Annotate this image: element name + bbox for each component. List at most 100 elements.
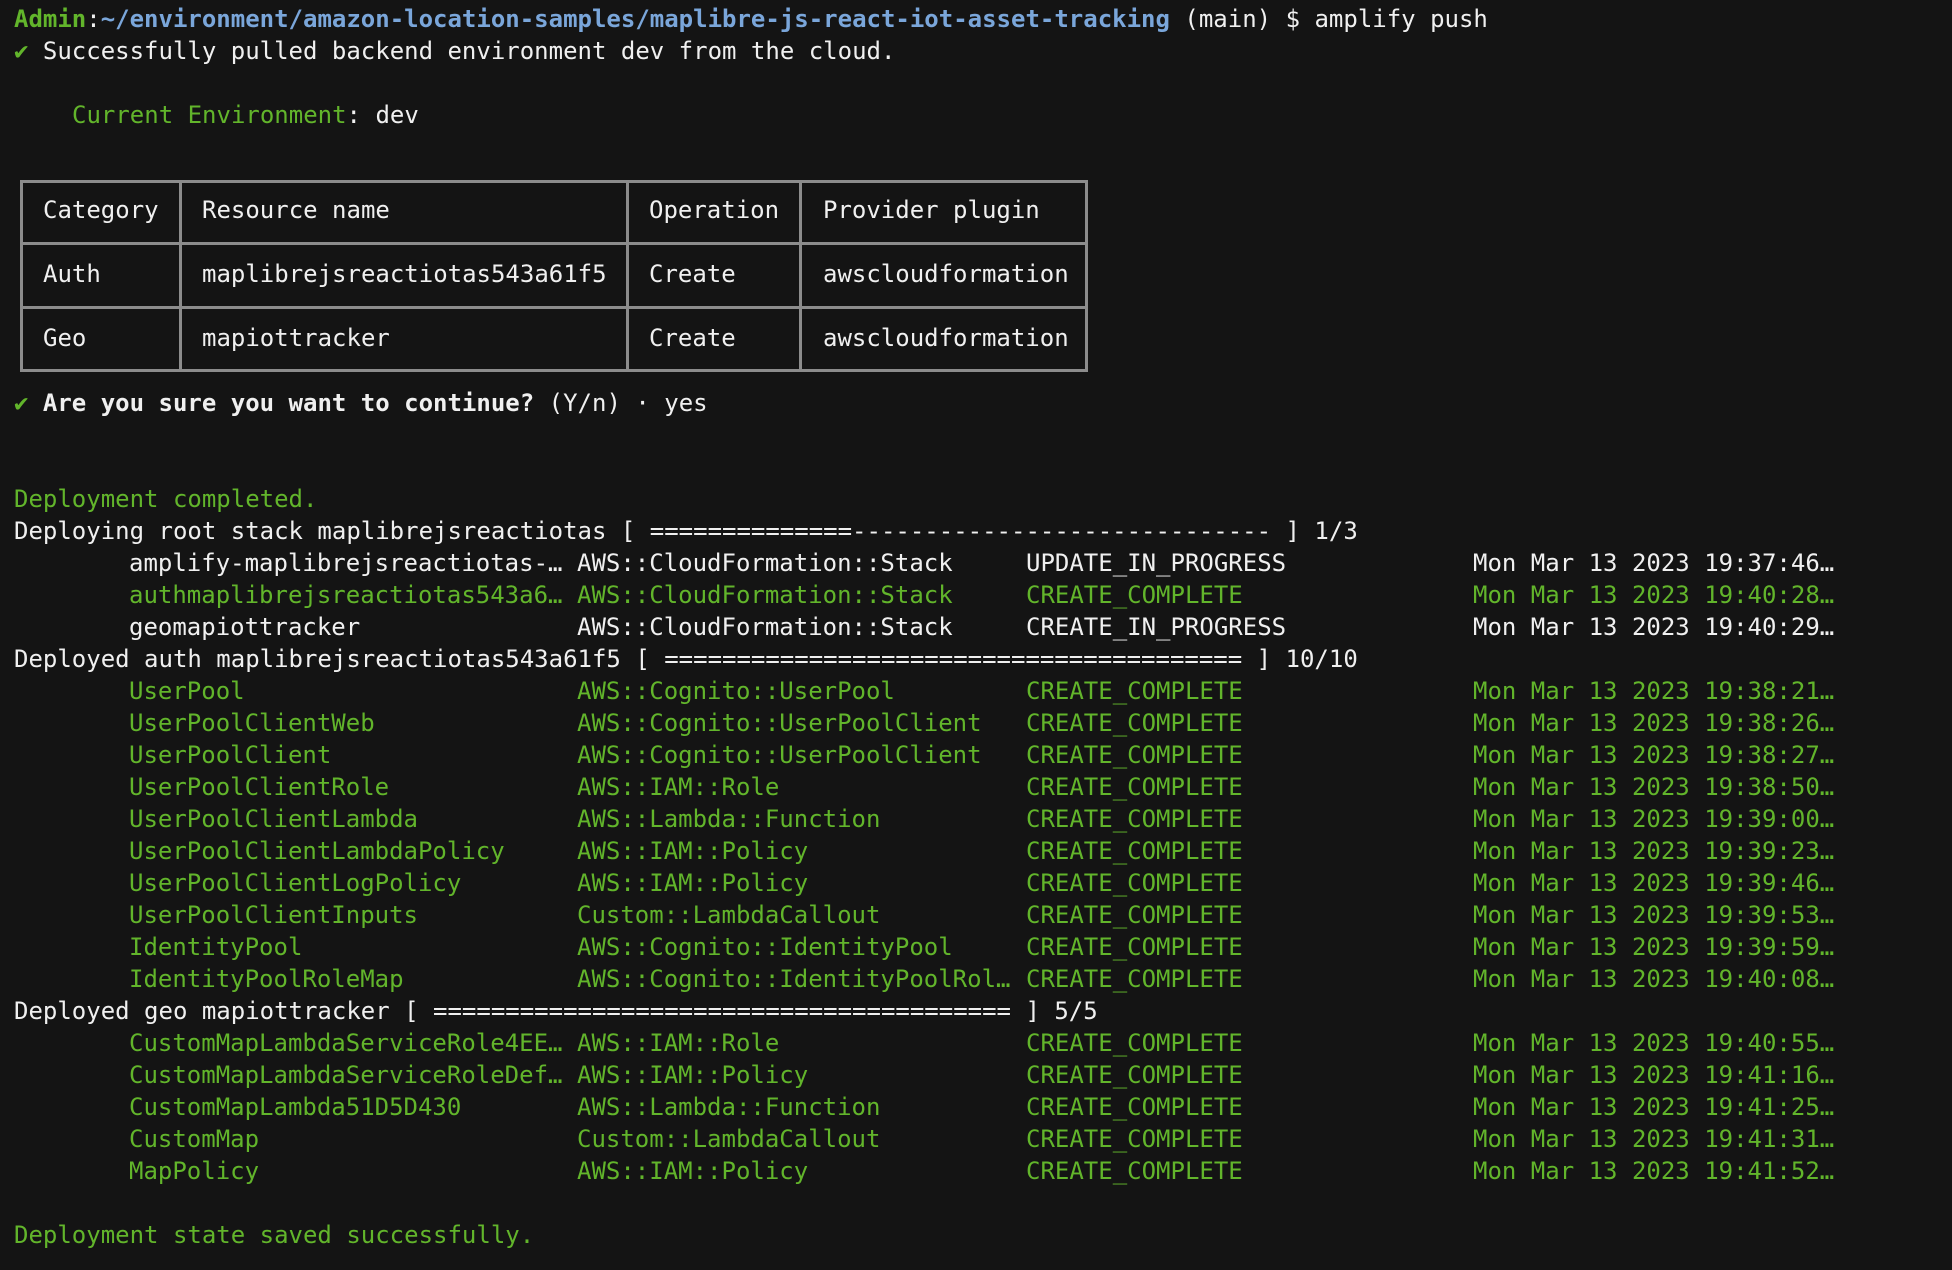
confirm-options: (Y/n)	[548, 389, 621, 417]
resource-name: amplify-maplibrejsreactiotas-…	[129, 549, 563, 577]
confirm-line: ✔ Are you sure you want to continue? (Y/…	[14, 387, 708, 419]
confirm-answer: yes	[664, 389, 708, 417]
resource-type: AWS::IAM::Role	[577, 1029, 780, 1057]
resource-status: CREATE_IN_PROGRESS	[1026, 613, 1287, 641]
deployment-completed-message: Deployment completed.	[14, 485, 318, 513]
pulled-message-line: ✔ Successfully pulled backend environmen…	[14, 35, 895, 67]
section-title-auth: Deployed auth maplibrejsreactiotas543a61…	[14, 645, 1358, 673]
resource-timestamp: Mon Mar 13 2023 19:40:29…	[1473, 613, 1835, 641]
resource-status: CREATE_COMPLETE	[1026, 805, 1243, 833]
resource-name: MapPolicy	[129, 1157, 260, 1185]
pulled-message: Successfully pulled backend environment …	[42, 37, 896, 65]
table-cell: Geo	[43, 324, 87, 352]
resource-status: CREATE_COMPLETE	[1026, 837, 1243, 865]
resource-type: AWS::Cognito::UserPoolClient	[577, 741, 982, 769]
section-title-geo: Deployed geo mapiottracker [ ===========…	[14, 997, 1098, 1025]
table-cell: Create	[649, 324, 736, 352]
resource-name: authmaplibrejsreactiotas543a6…	[129, 581, 563, 609]
table-header-operation: Operation	[649, 196, 780, 224]
current-environment-line: Current Environment: dev	[72, 101, 419, 129]
resource-type: AWS::IAM::Policy	[577, 1061, 809, 1089]
check-icon: ✔	[14, 37, 29, 65]
resource-timestamp: Mon Mar 13 2023 19:41:52…	[1473, 1157, 1835, 1185]
resource-timestamp: Mon Mar 13 2023 19:39:53…	[1473, 901, 1835, 929]
table-header-resource-name: Resource name	[202, 196, 390, 224]
resource-name: UserPool	[129, 677, 245, 705]
resource-timestamp: Mon Mar 13 2023 19:40:28…	[1473, 581, 1835, 609]
resource-timestamp: Mon Mar 13 2023 19:40:08…	[1473, 965, 1835, 993]
resource-status: CREATE_COMPLETE	[1026, 1125, 1243, 1153]
resource-name: CustomMapLambda51D5D430	[129, 1093, 462, 1121]
resource-timestamp: Mon Mar 13 2023 19:38:26…	[1473, 709, 1835, 737]
resource-timestamp: Mon Mar 13 2023 19:41:31…	[1473, 1125, 1835, 1153]
resource-timestamp: Mon Mar 13 2023 19:39:00…	[1473, 805, 1835, 833]
resource-name: CustomMapLambdaServiceRole4EE…	[129, 1029, 563, 1057]
resource-status: CREATE_COMPLETE	[1026, 901, 1243, 929]
resource-type: AWS::CloudFormation::Stack	[577, 549, 953, 577]
table-header-provider-plugin: Provider plugin	[823, 196, 1040, 224]
current-env-label: Current Environment	[72, 101, 347, 129]
command-prompt-line: Admin:~/environment/amazon-location-samp…	[14, 5, 1488, 33]
resource-timestamp: Mon Mar 13 2023 19:40:55…	[1473, 1029, 1835, 1057]
resource-type: AWS::Cognito::UserPool	[577, 677, 895, 705]
table-header-category: Category	[43, 196, 159, 224]
resource-name: UserPoolClientLambda	[129, 805, 418, 833]
resource-name: UserPoolClientLambdaPolicy	[129, 837, 505, 865]
resource-timestamp: Mon Mar 13 2023 19:41:25…	[1473, 1093, 1835, 1121]
resource-status: CREATE_COMPLETE	[1026, 869, 1243, 897]
resource-name: UserPoolClient	[129, 741, 332, 769]
resource-type: AWS::CloudFormation::Stack	[577, 581, 953, 609]
resource-status: CREATE_COMPLETE	[1026, 741, 1243, 769]
terminal-window[interactable]: Admin:~/environment/amazon-location-samp…	[0, 0, 1952, 1270]
table-cell: Create	[649, 260, 736, 288]
resource-timestamp: Mon Mar 13 2023 19:39:59…	[1473, 933, 1835, 961]
resource-type: AWS::IAM::Policy	[577, 869, 809, 897]
resource-status: CREATE_COMPLETE	[1026, 1093, 1243, 1121]
resource-type: AWS::IAM::Policy	[577, 1157, 809, 1185]
resource-name: geomapiottracker	[129, 613, 361, 641]
resource-timestamp: Mon Mar 13 2023 19:38:27…	[1473, 741, 1835, 769]
resource-name: UserPoolClientRole	[129, 773, 390, 801]
resource-status: UPDATE_IN_PROGRESS	[1026, 549, 1287, 577]
prompt-path: ~/environment/amazon-location-samples/ma…	[100, 5, 1170, 33]
resource-timestamp: Mon Mar 13 2023 19:37:46…	[1473, 549, 1835, 577]
resource-type: AWS::CloudFormation::Stack	[577, 613, 953, 641]
table-cell: awscloudformation	[823, 324, 1069, 352]
table-cell: Auth	[43, 260, 101, 288]
resource-name: IdentityPoolRoleMap	[129, 965, 404, 993]
resource-name: CustomMap	[129, 1125, 260, 1153]
resource-status: CREATE_COMPLETE	[1026, 581, 1243, 609]
resource-type: AWS::IAM::Role	[577, 773, 780, 801]
table-cell: awscloudformation	[823, 260, 1069, 288]
resource-status: CREATE_COMPLETE	[1026, 1061, 1243, 1089]
prompt-user: Admin	[14, 5, 87, 33]
resource-status: CREATE_COMPLETE	[1026, 709, 1243, 737]
resource-type: AWS::Lambda::Function	[577, 805, 881, 833]
resource-name: IdentityPool	[129, 933, 303, 961]
resource-table: Category Resource name Operation Provide…	[20, 180, 1088, 372]
resource-timestamp: Mon Mar 13 2023 19:39:46…	[1473, 869, 1835, 897]
resource-type: AWS::Cognito::UserPoolClient	[577, 709, 982, 737]
prompt-branch: (main)	[1184, 5, 1272, 33]
table-cell: maplibrejsreactiotas543a61f5	[202, 260, 607, 288]
resource-timestamp: Mon Mar 13 2023 19:41:16…	[1473, 1061, 1835, 1089]
resource-status: CREATE_COMPLETE	[1026, 677, 1243, 705]
resource-timestamp: Mon Mar 13 2023 19:38:21…	[1473, 677, 1835, 705]
deployment-saved-message: Deployment state saved successfully.	[14, 1221, 535, 1249]
resource-type: Custom::LambdaCallout	[577, 901, 881, 929]
resource-timestamp: Mon Mar 13 2023 19:39:23…	[1473, 837, 1835, 865]
resource-type: AWS::Cognito::IdentityPoolRol…	[577, 965, 1011, 993]
resource-status: CREATE_COMPLETE	[1026, 1157, 1243, 1185]
section-title-root-stack: Deploying root stack maplibrejsreactiota…	[14, 517, 1358, 545]
resource-name: UserPoolClientInputs	[129, 901, 418, 929]
resource-type: AWS::IAM::Policy	[577, 837, 809, 865]
check-icon: ✔	[14, 389, 29, 417]
confirm-question: Are you sure you want to continue?	[42, 389, 535, 417]
resource-type: Custom::LambdaCallout	[577, 1125, 881, 1153]
prompt-dollar: $	[1285, 5, 1301, 33]
resource-status: CREATE_COMPLETE	[1026, 773, 1243, 801]
prompt-command: amplify push	[1314, 5, 1488, 33]
table-cell: mapiottracker	[202, 324, 390, 352]
resource-name: UserPoolClientLogPolicy	[129, 869, 462, 897]
confirm-separator: ·	[635, 389, 650, 417]
